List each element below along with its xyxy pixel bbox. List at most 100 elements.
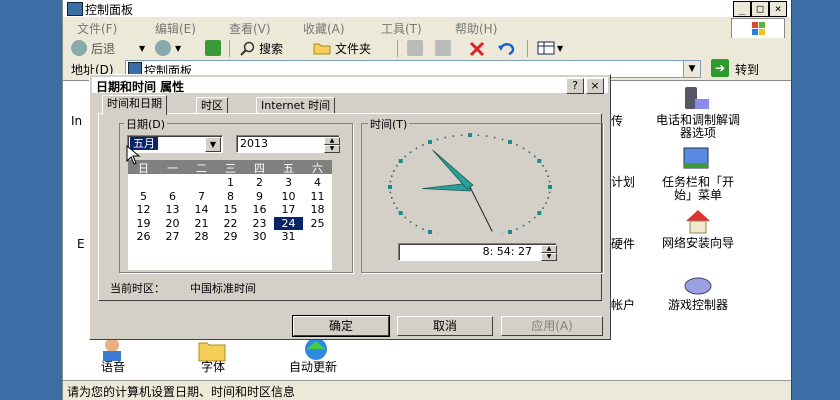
menu-favorites[interactable]: 收藏(A) [303,20,345,37]
forward-dropdown-icon[interactable]: ▼ [175,44,181,53]
calendar-day[interactable]: 9 [245,190,274,203]
clock-minute-tick [396,165,398,167]
apply-button[interactable]: 应用(A) [501,316,603,336]
menu-file[interactable]: 文件(F) [77,20,117,37]
clock-minute-tick [528,220,531,223]
maximize-button[interactable]: □ [751,1,769,17]
dialog-close-button[interactable]: × [586,78,604,94]
partial-item-label[interactable]: 计划 [611,176,635,189]
game-controller-label[interactable]: 游戏控制器 [653,299,743,312]
game-controller-icon[interactable] [683,271,713,299]
menu-tools[interactable]: 工具(T) [381,20,422,37]
minimize-button[interactable]: _ [733,1,751,17]
back-button[interactable]: 后退 [91,40,115,57]
close-button[interactable]: × [769,1,787,17]
calendar-day[interactable]: 29 [216,230,245,243]
phone-modem-icon[interactable] [681,85,711,113]
time-stepper[interactable]: 8: 54: 27 ▲ ▼ [398,243,557,261]
partial-item-label[interactable]: 传 [611,115,623,128]
calendar-day[interactable]: 4 [303,176,332,189]
search-icon[interactable] [239,41,255,57]
calendar-day[interactable]: 14 [187,203,216,216]
calendar-day[interactable]: 24 [274,216,303,230]
calendar-day[interactable]: 2 [245,176,274,189]
calendar-day[interactable]: 8 [216,190,245,203]
fonts-label[interactable]: 字体 [183,361,243,374]
calendar-day[interactable]: 22 [216,217,245,230]
tab-internet-time[interactable]: Internet 时间 [256,97,336,114]
calendar-day[interactable]: 20 [158,217,187,230]
calendar-day[interactable]: 5 [129,190,158,203]
calendar-day[interactable]: 16 [245,203,274,216]
calendar-day[interactable]: 13 [158,203,187,216]
calendar-day[interactable]: 18 [303,203,332,216]
calendar-day[interactable]: 26 [129,230,158,243]
spin-up-icon[interactable]: ▲ [541,245,557,253]
back-dropdown-icon[interactable]: ▼ [139,44,145,53]
year-spin[interactable]: ▲ ▼ [324,137,340,153]
clock-hour-tick [428,230,432,234]
calendar-day[interactable]: 3 [274,176,303,189]
menu-edit[interactable]: 编辑(E) [155,20,196,37]
auto-update-label[interactable]: 自动更新 [273,361,353,374]
calendar-day[interactable]: 28 [187,230,216,243]
calendar-day[interactable]: 30 [245,230,274,243]
address-dropdown-icon[interactable]: ▼ [683,60,701,78]
partial-item-label[interactable]: 硬件 [611,238,635,251]
calendar-day[interactable]: 10 [274,190,303,203]
folder-icon[interactable] [313,41,331,55]
partial-item-label[interactable]: E [77,238,85,251]
phone-modem-label[interactable]: 电话和调制解调器选项 [653,114,743,140]
timezone-value: 中国标准时间 [190,282,256,295]
spin-up-icon[interactable]: ▲ [324,137,340,145]
speech-label[interactable]: 语音 [83,361,143,374]
taskbar-start-icon[interactable] [681,145,711,173]
spin-down-icon[interactable]: ▼ [541,253,557,261]
menu-view[interactable]: 查看(V) [229,20,271,37]
tab-date-time[interactable]: 时间和日期 [102,95,167,115]
spin-down-icon[interactable]: ▼ [324,145,340,153]
calendar-day[interactable]: 23 [245,217,274,230]
calendar-day[interactable]: 1 [216,176,245,189]
partial-item-label[interactable]: 帐户 [611,299,635,312]
up-folder-icon[interactable] [205,40,221,56]
go-button[interactable]: ➔ 转到 [711,59,775,77]
calendar-day[interactable]: 21 [187,217,216,230]
network-wizard-icon[interactable] [683,207,713,235]
search-button[interactable]: 搜索 [259,40,283,57]
forward-arrow-icon[interactable] [155,40,171,56]
calendar-day[interactable]: 25 [303,217,332,230]
views-icon[interactable] [537,41,555,55]
calendar-day[interactable]: 17 [274,203,303,216]
calendar-day[interactable]: 31 [274,230,303,243]
folders-button[interactable]: 文件夹 [335,40,371,57]
calendar-day[interactable]: 12 [129,203,158,216]
network-wizard-label[interactable]: 网络安装向导 [653,237,743,250]
help-button[interactable]: ? [566,78,584,94]
clock-minute-tick [522,147,525,150]
tab-timezone[interactable]: 时区 [196,97,228,114]
delete-icon[interactable] [469,41,485,57]
time-spin[interactable]: ▲ ▼ [541,245,557,261]
chevron-down-icon[interactable]: ▼ [205,137,221,152]
ok-button[interactable]: 确定 [292,315,390,337]
back-arrow-icon[interactable] [71,40,87,56]
calendar-day[interactable]: 27 [158,230,187,243]
cancel-button[interactable]: 取消 [397,316,493,336]
dialog-titlebar[interactable]: 日期和时间 属性 ? × [92,77,608,94]
copy-to-icon[interactable] [435,40,451,56]
partial-item-label[interactable]: In [71,115,82,128]
calendar-day [158,176,187,189]
calendar-day[interactable]: 6 [158,190,187,203]
undo-icon[interactable] [497,41,515,57]
menu-help[interactable]: 帮助(H) [455,20,497,37]
views-dropdown-icon[interactable]: ▼ [557,44,563,53]
taskbar-start-label[interactable]: 任务栏和「开始」菜单 [653,176,743,202]
calendar-day[interactable]: 11 [303,190,332,203]
calendar-day[interactable]: 15 [216,203,245,216]
calendar-day[interactable]: 19 [129,217,158,230]
year-stepper[interactable]: 2013 ▲ ▼ [236,135,340,153]
calendar-day[interactable]: 7 [187,190,216,203]
move-to-icon[interactable] [407,40,423,56]
window-titlebar[interactable]: 控制面板 _ □ × [63,0,791,17]
